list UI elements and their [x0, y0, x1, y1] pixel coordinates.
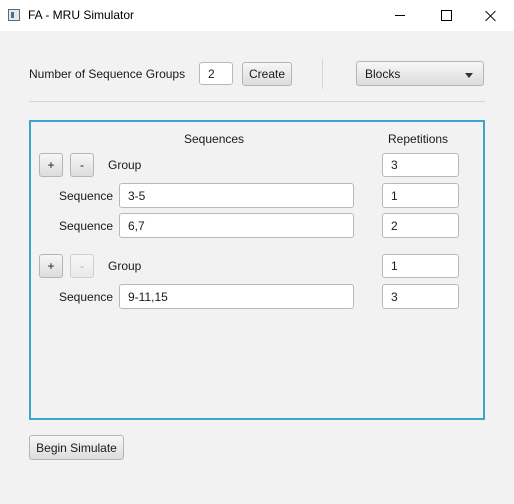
sequences-column-header: Sequences: [184, 132, 245, 146]
app-icon: [8, 9, 20, 21]
close-icon: [485, 10, 497, 22]
maximize-icon: [440, 10, 452, 21]
sequence-input[interactable]: 9-11,15: [119, 284, 354, 309]
minimize-button[interactable]: [377, 0, 423, 31]
mode-select[interactable]: Blocks: [356, 61, 484, 86]
close-button[interactable]: [468, 0, 514, 31]
chevron-down-icon: [465, 73, 473, 78]
group-repetitions-input[interactable]: 1: [382, 254, 459, 278]
repetitions-column-header: Repetitions: [388, 132, 449, 146]
remove-sequence-button[interactable]: -: [70, 254, 94, 278]
groups-count-label: Number of Sequence Groups: [29, 67, 186, 81]
sequence-label: Sequence: [59, 290, 114, 304]
add-sequence-button[interactable]: +: [39, 153, 63, 177]
groups-count-input[interactable]: 2: [199, 62, 233, 85]
create-button[interactable]: Create: [242, 62, 292, 86]
sequence-label: Sequence: [59, 189, 114, 203]
remove-sequence-button[interactable]: -: [70, 153, 94, 177]
sequence-repetitions-input[interactable]: 2: [382, 213, 459, 238]
window-title: FA - MRU Simulator: [28, 8, 135, 22]
mode-select-value: Blocks: [365, 66, 401, 81]
group-repetitions-input[interactable]: 3: [382, 153, 459, 177]
sequence-label: Sequence: [59, 219, 114, 233]
toolbar-separator: [29, 101, 485, 102]
minimize-icon: [395, 15, 405, 16]
sequence-input[interactable]: 3-5: [119, 183, 354, 208]
add-sequence-button[interactable]: +: [39, 254, 63, 278]
sequence-repetitions-input[interactable]: 1: [382, 183, 459, 208]
group-label: Group: [108, 158, 142, 172]
sequence-repetitions-input[interactable]: 3: [382, 284, 459, 309]
sequence-input[interactable]: 6,7: [119, 213, 354, 238]
begin-simulate-button[interactable]: Begin Simulate: [29, 435, 124, 460]
maximize-button[interactable]: [423, 0, 469, 31]
group-label: Group: [108, 259, 142, 273]
title-bar: FA - MRU Simulator: [0, 0, 514, 31]
toolbar-divider: [322, 59, 323, 89]
